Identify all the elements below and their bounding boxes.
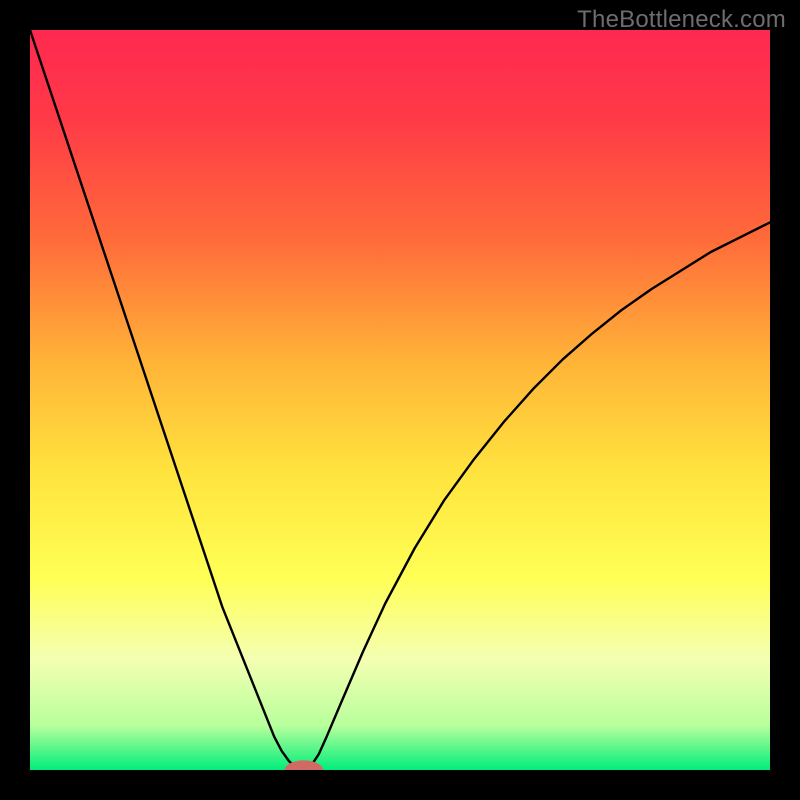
chart-svg [30, 30, 770, 770]
watermark-text: TheBottleneck.com [577, 6, 786, 34]
plot-area [30, 30, 770, 770]
chart-frame: TheBottleneck.com [0, 0, 800, 800]
gradient-background [30, 30, 770, 770]
